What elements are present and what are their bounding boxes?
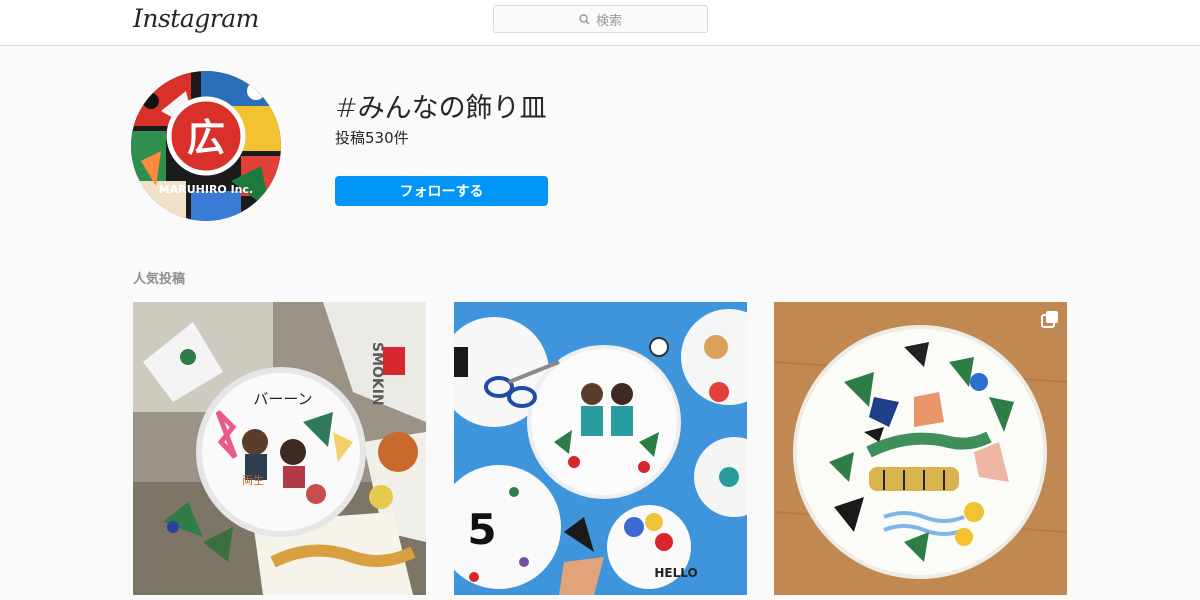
post-thumbnail-3[interactable]	[774, 302, 1067, 595]
post-thumbnail-1[interactable]: バーーン 両生 SMOKIN	[133, 302, 426, 595]
post-thumbnail-2[interactable]: 5 HELLO	[454, 302, 747, 595]
hashtag-avatar: 広 MARUHIRO Inc.	[131, 71, 281, 221]
avatar-brand-text: MARUHIRO Inc.	[159, 183, 253, 196]
search-placeholder: 検索	[595, 13, 622, 29]
sticker-text: SMOKIN	[369, 342, 385, 406]
avatar-logo-mark: 広	[187, 116, 225, 160]
sticker-text-2: 5	[467, 505, 496, 554]
hashtag-title: #みんなの飾り皿	[335, 93, 547, 124]
instagram-logo[interactable]: Instagram	[133, 4, 259, 33]
top-posts-heading: 人気投稿	[133, 272, 186, 287]
plate-text: バーーン	[253, 390, 312, 408]
top-navigation-bar: Instagram 検索	[0, 0, 1200, 46]
carousel-icon	[1041, 311, 1058, 328]
post-count: 投稿530件	[335, 129, 409, 147]
search-icon	[579, 13, 590, 24]
sticker-text: HELLO	[654, 566, 697, 580]
sticker-text-2: 両生	[242, 473, 264, 487]
search-input[interactable]: 検索	[493, 5, 708, 33]
follow-button[interactable]: フォローする	[335, 176, 548, 206]
